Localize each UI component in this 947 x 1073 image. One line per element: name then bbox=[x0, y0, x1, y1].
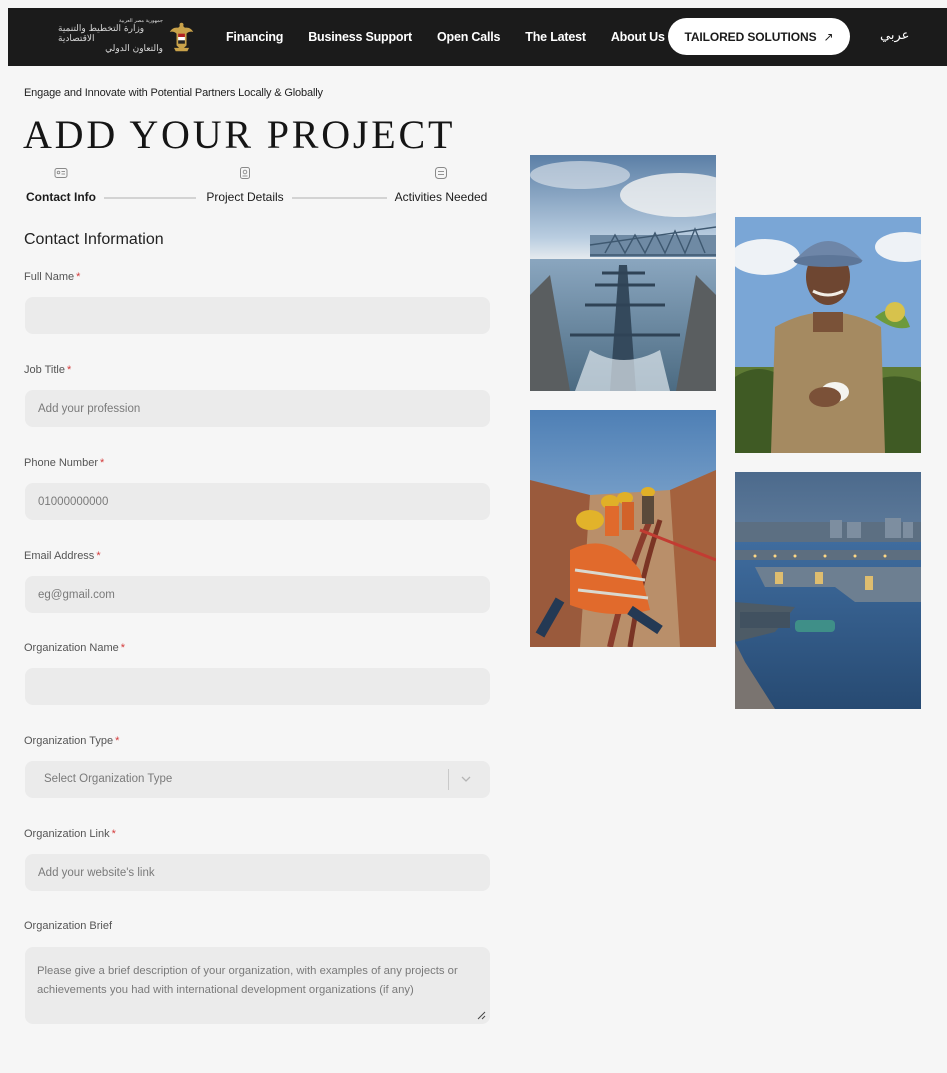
resize-handle-icon[interactable] bbox=[476, 1010, 486, 1020]
required-marker: * bbox=[96, 550, 101, 562]
required-marker: * bbox=[111, 828, 116, 840]
tailored-solutions-button[interactable]: TAILORED SOLUTIONS ↗ bbox=[668, 18, 850, 55]
phone-number-label-text: Phone Number bbox=[24, 457, 98, 469]
id-card-icon bbox=[54, 168, 68, 178]
step-label: Project Details bbox=[206, 190, 284, 204]
list-icon bbox=[435, 167, 447, 179]
required-marker: * bbox=[120, 642, 126, 654]
farmer-cotton-photo bbox=[735, 217, 921, 453]
organization-brief-label-text: Organization Brief bbox=[24, 920, 113, 932]
required-marker: * bbox=[76, 271, 81, 283]
organization-link-input[interactable] bbox=[25, 854, 490, 891]
organization-name-label-text: Organization Name bbox=[24, 642, 119, 654]
organization-link-label-text: Organization Link bbox=[24, 828, 110, 840]
job-title-input[interactable] bbox=[25, 390, 490, 427]
language-switch-link[interactable]: عربي bbox=[880, 28, 909, 43]
organization-brief-label: Organization Brief bbox=[24, 920, 112, 932]
document-icon bbox=[240, 167, 250, 179]
organization-type-label: Organization Type * bbox=[24, 735, 119, 747]
email-input[interactable] bbox=[25, 576, 490, 613]
required-marker: * bbox=[100, 457, 105, 469]
phone-number-label: Phone Number * bbox=[24, 457, 104, 469]
river-city-night-photo bbox=[735, 472, 921, 709]
logo-text: جمهورية مصر العربية وزارة التخطيط والتنم… bbox=[58, 19, 163, 54]
organization-brief-placeholder: Please give a brief description of your … bbox=[37, 965, 458, 996]
required-marker: * bbox=[66, 364, 72, 376]
logo-text-line3: والتعاون الدولي bbox=[105, 43, 163, 54]
step-label: Activities Needed bbox=[394, 190, 488, 204]
nav-links: Financing Business Support Open Calls Th… bbox=[226, 8, 690, 66]
nav-link-about-us[interactable]: About Us bbox=[611, 30, 665, 44]
organization-link-label: Organization Link * bbox=[24, 828, 116, 840]
stepper-connector bbox=[104, 197, 196, 199]
ministry-logo[interactable]: جمهورية مصر العربية وزارة التخطيط والتنم… bbox=[58, 15, 194, 59]
logo-text-line2: وزارة التخطيط والتنمية الاقتصادية bbox=[58, 23, 145, 44]
step-activities-needed[interactable]: Activities Needed bbox=[392, 166, 490, 204]
eagle-emblem-icon bbox=[169, 22, 194, 52]
form-stepper: Contact Info Project Details Activities … bbox=[24, 166, 490, 206]
organization-name-label: Organization Name * bbox=[24, 642, 125, 654]
step-project-details[interactable]: Project Details bbox=[203, 166, 287, 204]
job-title-label: Job Title * bbox=[24, 364, 71, 376]
page-tagline: Engage and Innovate with Potential Partn… bbox=[24, 87, 323, 99]
stepper-connector bbox=[292, 197, 387, 199]
organization-name-input[interactable] bbox=[25, 668, 490, 705]
page: جمهورية مصر العربية وزارة التخطيط والتنم… bbox=[8, 8, 947, 1073]
step-contact-info[interactable]: Contact Info bbox=[24, 166, 98, 204]
full-name-label-text: Full Name bbox=[24, 271, 75, 283]
nav-link-open-calls[interactable]: Open Calls bbox=[437, 30, 500, 44]
organization-type-label-text: Organization Type bbox=[24, 735, 114, 747]
nav-link-financing[interactable]: Financing bbox=[226, 30, 283, 44]
top-navbar: جمهورية مصر العربية وزارة التخطيط والتنم… bbox=[8, 8, 947, 66]
water-treatment-photo bbox=[530, 155, 716, 391]
arrow-up-right-icon: ↗ bbox=[823, 29, 834, 44]
required-marker: * bbox=[115, 735, 120, 747]
email-label: Email Address * bbox=[24, 550, 101, 562]
section-title: Contact Information bbox=[24, 231, 164, 248]
full-name-label: Full Name * bbox=[24, 271, 80, 283]
construction-workers-photo bbox=[530, 410, 716, 647]
job-title-label-text: Job Title bbox=[24, 364, 65, 376]
nav-link-the-latest[interactable]: The Latest bbox=[525, 30, 586, 44]
page-title: ADD YOUR PROJECT bbox=[23, 112, 456, 157]
organization-type-select-value: Select Organization Type bbox=[44, 773, 173, 785]
chevron-down-icon[interactable] bbox=[460, 774, 472, 784]
full-name-input[interactable] bbox=[25, 297, 490, 334]
email-label-text: Email Address bbox=[24, 550, 95, 562]
step-label: Contact Info bbox=[26, 190, 96, 204]
tailored-solutions-label: TAILORED SOLUTIONS bbox=[684, 29, 817, 44]
select-divider bbox=[448, 769, 449, 790]
phone-number-input[interactable] bbox=[25, 483, 490, 520]
organization-brief-textarea[interactable]: Please give a brief description of your … bbox=[25, 947, 490, 1024]
organization-type-select[interactable]: Select Organization Type bbox=[25, 761, 490, 798]
nav-link-business-support[interactable]: Business Support bbox=[308, 30, 412, 44]
